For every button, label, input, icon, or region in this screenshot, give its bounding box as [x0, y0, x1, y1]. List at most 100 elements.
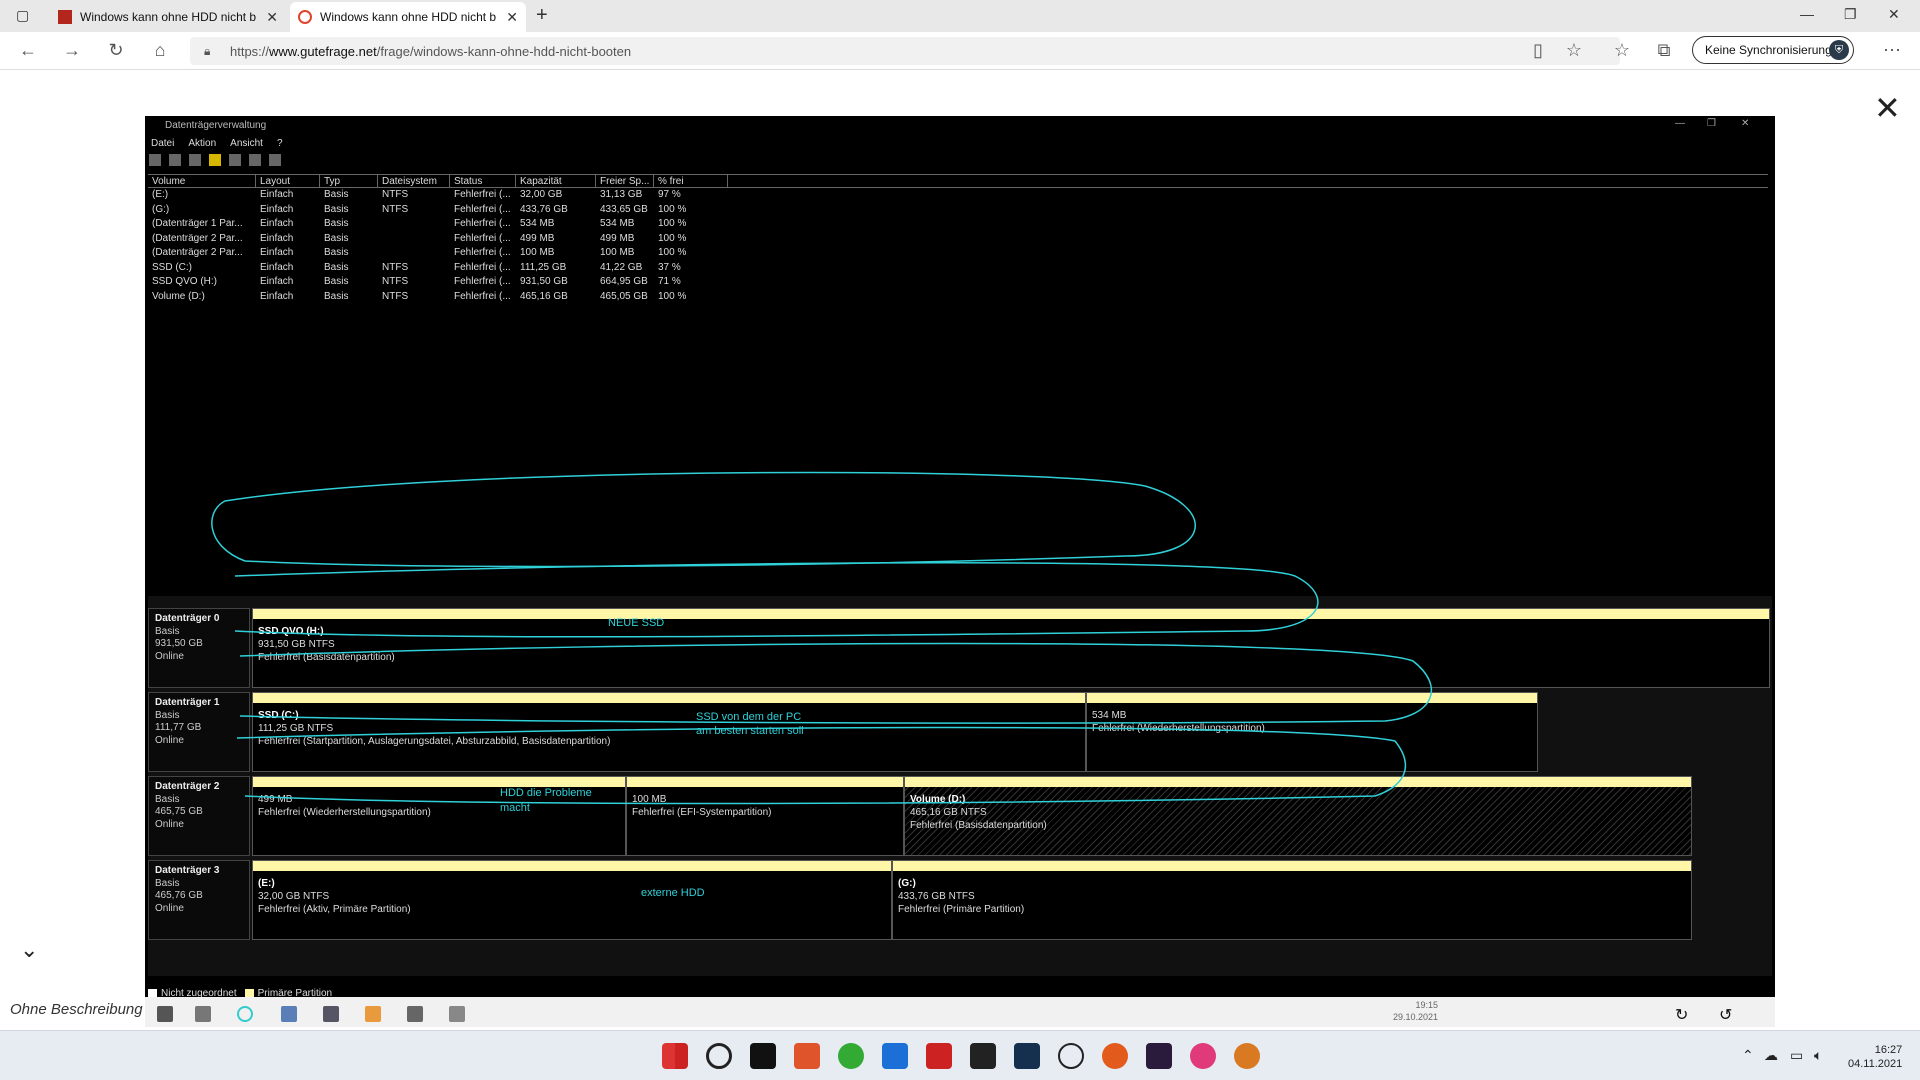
reader-view-icon[interactable]: ▯ — [1526, 40, 1550, 61]
tab-close-icon[interactable]: ✕ — [506, 9, 518, 26]
annotation-externe-hdd: externe HDD — [641, 887, 705, 899]
start-icon[interactable] — [662, 1043, 688, 1069]
volume-cell: (Datenträger 1 Par... — [152, 218, 243, 229]
volume-cell: 31,13 GB — [600, 189, 643, 200]
disk-size: 931,50 GB — [155, 638, 203, 649]
app-icon[interactable] — [838, 1043, 864, 1069]
volume-cell: Fehlerfrei (... — [454, 276, 511, 287]
app-icon[interactable] — [1058, 1043, 1084, 1069]
shot-taskview-icon — [195, 1006, 211, 1022]
more-menu-icon[interactable]: ⋯ — [1880, 40, 1904, 61]
back-icon[interactable]: ← — [16, 40, 40, 61]
app-icon[interactable] — [1014, 1043, 1040, 1069]
volume-cell: 499 MB — [520, 232, 555, 244]
taskbar-time: 16:27 — [1874, 1044, 1903, 1056]
tab-2[interactable]: Windows kann ohne HDD nicht b ✕ — [290, 2, 526, 32]
taskbar-clock[interactable]: 16:27 04.11.2021 — [1848, 1043, 1902, 1071]
collections-icon[interactable]: ⧉ — [1652, 40, 1676, 61]
dm-disk-icon — [249, 154, 261, 166]
disk-type: Basis — [155, 709, 180, 721]
app-icon[interactable] — [1146, 1043, 1172, 1069]
col-freier-speicher: Freier Sp... — [596, 175, 654, 187]
chevron-down-icon[interactable]: ⌄ — [20, 937, 38, 963]
volume-row[interactable]: (G:) Einfach Basis NTFS Fehlerfrei (... 433,7… — [148, 203, 1768, 218]
calculator-icon[interactable] — [970, 1043, 996, 1069]
sync-button[interactable]: Keine Synchronisierung ⛨ — [1692, 36, 1854, 64]
volume-row[interactable]: (E:) Einfach Basis NTFS Fehlerfrei (... 32,00… — [148, 188, 1768, 203]
col-typ: Typ — [320, 175, 378, 187]
close-window-icon[interactable]: ✕ — [1888, 6, 1900, 23]
volume-cell: NTFS — [382, 290, 409, 302]
tab-close-icon[interactable]: ✕ — [266, 9, 278, 26]
volume-table-header: Volume Layout Typ Dateisystem Status Kap… — [148, 174, 1768, 188]
add-favorite-icon[interactable]: ☆ — [1562, 40, 1586, 61]
volume-cell: Basis — [324, 290, 349, 302]
onedrive-icon[interactable]: ☁ — [1764, 1047, 1778, 1064]
settings-icon[interactable] — [1234, 1043, 1260, 1069]
gutefrage-favicon-icon — [298, 10, 312, 24]
shot-cortana-icon — [237, 1006, 253, 1022]
volume-icon[interactable]: 🔈︎ — [1814, 1047, 1822, 1064]
url-field[interactable]: 🔒︎ https://www.gutefrage.net/frage/windo… — [190, 37, 1620, 65]
shot-clock: 19:15 29.10.2021 — [1393, 999, 1438, 1023]
partition-ssd-qvo: SSD QVO (H:) 931,50 GB NTFS Fehlerfrei (… — [252, 608, 1770, 688]
display-icon[interactable]: ▭ — [1790, 1047, 1803, 1064]
firefox-icon[interactable] — [1102, 1043, 1128, 1069]
volume-row[interactable]: (Datenträger 1 Par... Einfach Basis Fehlerf… — [148, 217, 1768, 232]
favorites-icon[interactable]: ☆ — [1610, 40, 1634, 61]
forward-icon[interactable]: → — [60, 40, 84, 61]
col-dateisystem: Dateisystem — [378, 175, 450, 187]
rotate-right-icon[interactable]: ↻ — [1675, 1005, 1688, 1025]
explorer-icon[interactable] — [882, 1043, 908, 1069]
app-icon[interactable] — [794, 1043, 820, 1069]
volume-cell: Basis — [324, 276, 349, 287]
volume-cell: 433,65 GB — [600, 203, 648, 215]
volume-row[interactable]: Volume (D:) Einfach Basis NTFS Fehlerfrei (.… — [148, 290, 1768, 305]
volume-row[interactable]: SSD (C:) Einfach Basis NTFS Fehlerfrei (... 1… — [148, 261, 1768, 276]
partition-name: SSD QVO (H:) — [258, 626, 324, 637]
music-icon[interactable] — [1190, 1043, 1216, 1069]
refresh-icon[interactable]: ↻ — [104, 40, 128, 61]
taskview-icon[interactable] — [750, 1043, 776, 1069]
tab-1[interactable]: Windows kann ohne HDD nicht b ✕ — [50, 2, 286, 32]
disk-label-0: Datenträger 0 Basis 931,50 GB Online — [148, 608, 250, 688]
disk-label-3: Datenträger 3 Basis 465,76 GB Online — [148, 860, 250, 940]
disk-size: 465,75 GB — [155, 806, 203, 817]
url-host: www.gutefrage.net — [269, 43, 377, 59]
search-icon[interactable] — [706, 1043, 732, 1069]
disk-management-screenshot: Datenträgerverwaltung — ❐ ✕ Datei Aktion… — [145, 116, 1775, 1026]
shot-clock-time: 19:15 — [1415, 1000, 1439, 1010]
tray-chevron-up-icon[interactable]: ⌃ — [1742, 1047, 1754, 1064]
partition-status: Fehlerfrei (Wiederherstellungspartition) — [1092, 723, 1265, 734]
partition-name: SSD (C:) — [258, 710, 299, 721]
shot-start-icon — [157, 1006, 173, 1022]
tab-1-title: Windows kann ohne HDD nicht b — [80, 10, 257, 24]
volume-cell — [378, 246, 450, 261]
disk-state: Online — [155, 818, 184, 830]
volume-cell: Fehlerfrei (... — [454, 203, 511, 215]
volume-table: Volume Layout Typ Dateisystem Status Kap… — [148, 174, 1768, 304]
volume-cell: Einfach — [260, 218, 294, 229]
tab-actions-icon[interactable]: ▢ — [16, 7, 29, 24]
partition-ssd-c: SSD (C:) 111,25 GB NTFS Fehlerfrei (Star… — [252, 692, 1086, 772]
volume-cell: 664,95 GB — [600, 276, 648, 287]
viewer-close-icon[interactable]: ✕ — [1874, 89, 1901, 127]
partition-size: 32,00 GB NTFS — [258, 891, 330, 902]
dm-title: Datenträgerverwaltung — [165, 120, 267, 131]
minimize-icon[interactable]: — — [1800, 6, 1814, 22]
rotate-left-icon[interactable]: ↺ — [1719, 1005, 1732, 1025]
volume-cell: Fehlerfrei (... — [454, 247, 511, 258]
app-icon[interactable] — [926, 1043, 952, 1069]
disk-size: 111,77 GB — [155, 722, 202, 733]
volume-row[interactable]: (Datenträger 2 Par... Einfach Basis Fehlerf… — [148, 246, 1768, 261]
home-icon[interactable]: ⌂ — [148, 40, 172, 61]
dm-minimize-icon: — — [1675, 118, 1685, 129]
volume-cell: Einfach — [260, 261, 294, 273]
volume-cell: SSD QVO (H:) — [152, 276, 218, 287]
col-status: Status — [450, 175, 516, 187]
restore-icon[interactable]: ❐ — [1844, 6, 1857, 23]
shot-app-icon — [281, 1006, 297, 1022]
new-tab-icon[interactable]: + — [536, 4, 548, 27]
volume-row[interactable]: (Datenträger 2 Par... Einfach Basis Fehlerf… — [148, 232, 1768, 247]
volume-row[interactable]: SSD QVO (H:) Einfach Basis NTFS Fehlerfrei (… — [148, 275, 1768, 290]
